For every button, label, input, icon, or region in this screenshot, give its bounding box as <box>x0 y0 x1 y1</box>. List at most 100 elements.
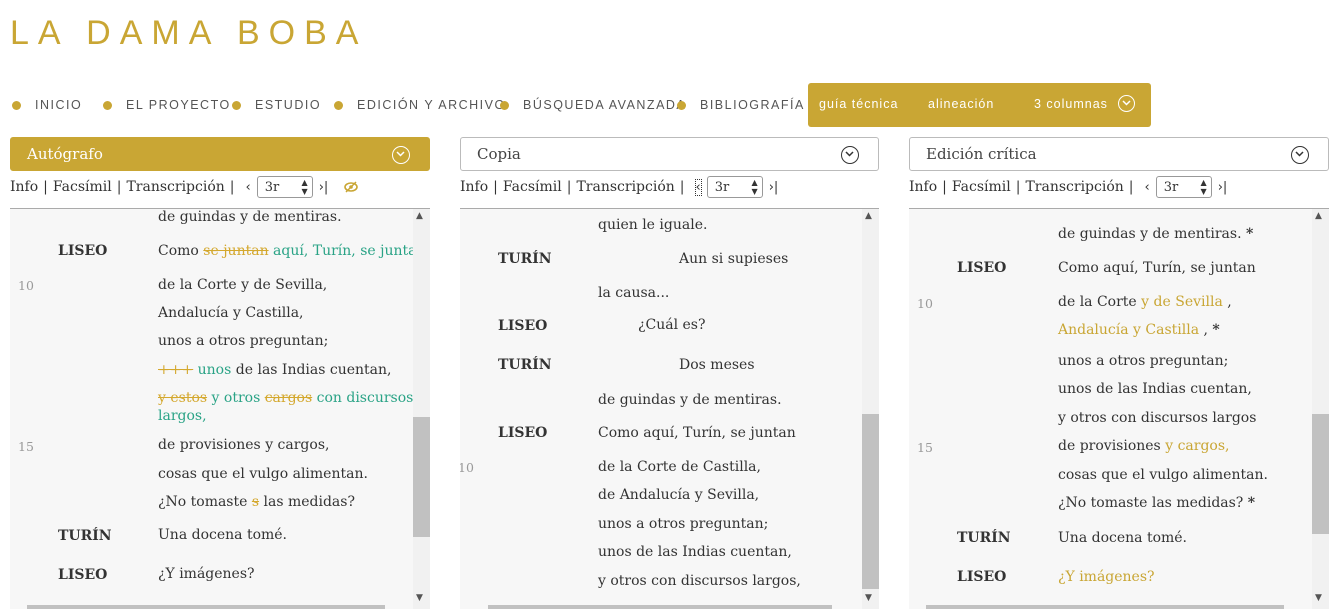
vertical-scrollbar[interactable]: ▲ ▼ <box>413 209 430 609</box>
scroll-thumb[interactable] <box>413 417 430 537</box>
verse-line: +++ unos de las Indias cuentan, <box>158 362 392 378</box>
nav-edicion-archivo[interactable]: EDICIÓN Y ARCHIVO <box>334 83 506 127</box>
scroll-up-icon[interactable]: ▲ <box>865 211 872 221</box>
verse-line: Como aquí, Turín, se juntan <box>1058 260 1256 276</box>
speaker-label: TURÍN <box>957 530 1011 546</box>
variant-link[interactable]: y de Sevilla <box>1141 294 1223 310</box>
speaker-label: LISEO <box>498 318 548 334</box>
verse-line: unos de las Indias cuentan, <box>598 544 792 560</box>
scroll-thumb[interactable] <box>862 414 879 589</box>
vertical-scrollbar[interactable]: ▲ ▼ <box>862 209 879 609</box>
horizontal-scrollbar[interactable] <box>926 605 1284 609</box>
verse-line: Una docena tomé. <box>158 527 288 543</box>
verse-line: Andalucía y Castilla , * <box>1058 322 1220 338</box>
verse-line: Dos meses <box>679 357 755 373</box>
columns-select[interactable]: 3 columnas <box>1034 97 1108 111</box>
scroll-thumb[interactable] <box>1312 414 1329 534</box>
chevron-down-icon <box>841 146 859 164</box>
main-nav: INICIO EL PROYECTO ESTUDIO EDICIÓN Y ARC… <box>0 83 1343 127</box>
verse-line: y otros con discursos largos, <box>598 573 801 589</box>
verse-line: y otros con discursos largos <box>1058 410 1257 426</box>
panel-copia: Copia Info | Facsímil | Transcripción | ‹ 3… <box>460 137 880 609</box>
scroll-down-icon[interactable]: ▼ <box>1315 593 1322 603</box>
site-title[interactable]: LA DAMA BOBA <box>10 14 367 53</box>
line-number: 15 <box>917 440 933 455</box>
variant-link[interactable]: y cargos, <box>1165 438 1229 454</box>
verse-line: de Andalucía y Sevilla, <box>598 487 760 503</box>
bullet-icon <box>677 100 686 110</box>
facsimile-link[interactable]: Facsímil <box>952 179 1011 195</box>
eye-hide-icon[interactable] <box>344 181 359 193</box>
verse-line: de guindas y de mentiras. <box>598 392 782 408</box>
text-view-copia: quien le iguale. TURÍN Aun si supieses l… <box>460 208 879 609</box>
speaker-label: LISEO <box>957 260 1007 276</box>
panel-edicion-critica: Edición crítica Info | Facsímil | Transcri… <box>909 137 1329 609</box>
chevron-down-icon[interactable] <box>1118 95 1135 112</box>
chevron-down-icon <box>392 146 410 164</box>
verse-line: quien le iguale. <box>598 217 708 233</box>
verse-line: de la Corte y de Sevilla, <box>158 277 328 293</box>
speaker-label: TURÍN <box>58 528 112 544</box>
verse-line: Como aquí, Turín, se juntan <box>598 425 796 441</box>
prev-page-icon[interactable]: ‹ <box>246 180 251 195</box>
verse-line: unos a otros preguntan; <box>1058 353 1229 369</box>
horizontal-scrollbar[interactable] <box>488 605 832 609</box>
verse-line: Una docena tomé. <box>1058 530 1188 546</box>
speaker-label: LISEO <box>58 243 108 259</box>
transcription-link[interactable]: Transcripción <box>126 179 224 195</box>
page-input[interactable]: 3r ▲ ▼ <box>706 176 763 198</box>
verse-line: de guindas y de mentiras. * <box>1058 226 1254 242</box>
transcription-link[interactable]: Transcripción <box>1025 179 1123 195</box>
nav-bibliografia[interactable]: BIBLIOGRAFÍA <box>677 83 805 127</box>
panel-autografo: Autógrafo Info | Facsímil | Transcripción |… <box>10 137 430 609</box>
next-page-icon[interactable]: ›| <box>769 180 779 195</box>
nav-inicio[interactable]: INICIO <box>12 83 82 127</box>
guia-tecnica-link[interactable]: guía técnica <box>819 97 898 111</box>
spinner-icon[interactable]: ▲ ▼ <box>1201 178 1207 196</box>
verse-line: unos a otros preguntan; <box>158 333 329 349</box>
alineacion-link[interactable]: alineación <box>928 97 994 111</box>
page-input[interactable]: 3r ▲ ▼ <box>256 176 313 198</box>
verse-line: ¿Cuál es? <box>638 317 706 333</box>
variant-link[interactable]: ¿Y imágenes? <box>1058 569 1155 585</box>
prev-page-icon[interactable]: ‹ <box>694 178 702 196</box>
prev-page-icon[interactable]: ‹ <box>1145 180 1150 195</box>
verse-line: de guindas y de mentiras. <box>158 209 342 225</box>
info-link[interactable]: Info <box>460 179 488 195</box>
info-link[interactable]: Info <box>909 179 937 195</box>
scroll-down-icon[interactable]: ▼ <box>865 593 872 603</box>
panel-toolbar: Info | Facsímil | Transcripción | ‹ 3r ▲ ▼ ›| <box>909 176 1228 198</box>
panel-select-autografo[interactable]: Autógrafo <box>10 137 430 171</box>
spinner-icon[interactable]: ▲ ▼ <box>302 178 308 196</box>
info-link[interactable]: Info <box>10 179 38 195</box>
scroll-down-icon[interactable]: ▼ <box>416 593 423 603</box>
facsimile-link[interactable]: Facsímil <box>53 179 112 195</box>
scroll-up-icon[interactable]: ▲ <box>1315 211 1322 221</box>
spinner-icon[interactable]: ▲ ▼ <box>752 178 758 196</box>
speaker-label: TURÍN <box>498 251 552 267</box>
panel-select-edicion-critica[interactable]: Edición crítica <box>909 137 1329 171</box>
bullet-icon <box>103 100 112 110</box>
verse-line: de provisiones y cargos, <box>1058 438 1230 454</box>
tools-menu: guía técnica alineación 3 columnas <box>808 83 1151 127</box>
text-view-autografo: de guindas y de mentiras. LISEO Como se … <box>10 208 430 609</box>
next-page-icon[interactable]: ›| <box>319 180 329 195</box>
vertical-scrollbar[interactable]: ▲ ▼ <box>1312 209 1329 609</box>
verse-line: ¿No tomaste s las medidas? <box>158 494 355 510</box>
nav-estudio[interactable]: ESTUDIO <box>232 83 321 127</box>
panel-toolbar: Info | Facsímil | Transcripción | ‹ 3r ▲ ▼ ›| <box>10 176 359 198</box>
scroll-up-icon[interactable]: ▲ <box>416 211 423 221</box>
bullet-icon <box>334 100 343 110</box>
page-input[interactable]: 3r ▲ ▼ <box>1155 176 1212 198</box>
horizontal-scrollbar[interactable] <box>27 605 385 609</box>
variant-link[interactable]: Andalucía y Castilla <box>1058 322 1199 338</box>
panel-toolbar: Info | Facsímil | Transcripción | ‹ 3r ▲ ▼ ›| <box>460 176 779 198</box>
verse-line: la causa... <box>598 285 670 301</box>
next-page-icon[interactable]: ›| <box>1218 180 1228 195</box>
verse-line: unos a otros preguntan; <box>598 516 769 532</box>
transcription-link[interactable]: Transcripción <box>576 179 674 195</box>
panel-select-copia[interactable]: Copia <box>460 137 879 171</box>
facsimile-link[interactable]: Facsímil <box>503 179 562 195</box>
nav-el-proyecto[interactable]: EL PROYECTO <box>103 83 231 127</box>
nav-busqueda-avanzada[interactable]: BÚSQUEDA AVANZADA <box>500 83 686 127</box>
